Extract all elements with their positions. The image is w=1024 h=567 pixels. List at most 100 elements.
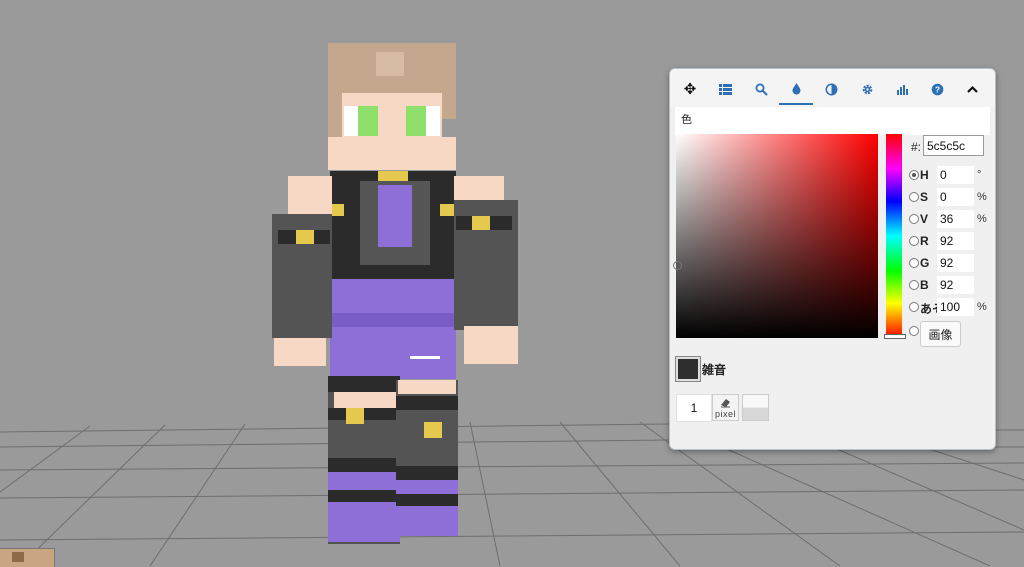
- hue-slider[interactable]: [886, 134, 902, 338]
- channel-radio[interactable]: [909, 258, 919, 268]
- image-button[interactable]: 画像: [920, 321, 961, 347]
- character-hair-side-left: [328, 93, 342, 137]
- character-boot-right-top: [396, 466, 458, 480]
- channel-radio[interactable]: [909, 280, 919, 290]
- character-knee-left: [334, 392, 396, 408]
- character-arm-right-stud: [472, 216, 490, 230]
- tab-help[interactable]: ?: [920, 73, 954, 105]
- character-hair-highlight: [376, 52, 404, 76]
- character-shorts-shade: [330, 313, 456, 327]
- channel-radio[interactable]: [909, 170, 919, 180]
- character-face-lower: [328, 137, 456, 170]
- character-shorts: [330, 279, 456, 379]
- channel-label: H: [920, 168, 929, 182]
- thumbnail-figure: [12, 552, 24, 562]
- channel-input[interactable]: [937, 232, 974, 250]
- channel-input[interactable]: [937, 276, 974, 294]
- character-eye-right: [426, 106, 440, 136]
- channel-label: B: [920, 278, 929, 292]
- character-eye-left: [344, 106, 358, 136]
- tab-move[interactable]: ✥: [673, 73, 707, 105]
- noise-label: 雑音: [702, 363, 727, 377]
- channel-unit: °: [977, 169, 982, 181]
- character-belt-left: [330, 204, 344, 216]
- channel-row-r[interactable]: R: [909, 232, 989, 252]
- channel-unit: %: [977, 213, 987, 225]
- hue-slider-handle[interactable]: [884, 334, 906, 339]
- channel-unit: %: [977, 191, 987, 203]
- hex-label: #:: [911, 140, 922, 154]
- search-icon: [755, 83, 768, 96]
- channel-radio[interactable]: [909, 192, 919, 202]
- character-shirt: [378, 185, 412, 247]
- channel-input[interactable]: [937, 298, 974, 316]
- tab-contrast[interactable]: [814, 73, 848, 105]
- channel-unit: %: [977, 301, 987, 313]
- character-belt-right: [440, 204, 454, 216]
- eraser-icon: [721, 399, 730, 408]
- tab-layers[interactable]: [708, 73, 742, 105]
- list-icon: [718, 83, 732, 95]
- channel-input[interactable]: [937, 210, 974, 228]
- tab-search[interactable]: [744, 73, 778, 105]
- channel-radio[interactable]: [909, 236, 919, 246]
- hex-input[interactable]: [923, 135, 984, 156]
- tab-collapse[interactable]: [955, 73, 989, 105]
- help-icon: ?: [931, 83, 943, 95]
- channel-radio[interactable]: [909, 326, 919, 336]
- character-eye-left-iris: [358, 106, 378, 136]
- tab-settings[interactable]: [850, 73, 884, 105]
- character-boot-right-stripe: [396, 494, 458, 506]
- channel-row-h[interactable]: H °: [909, 166, 989, 186]
- channel-input[interactable]: [937, 166, 974, 184]
- character-hair-side-right: [442, 93, 456, 119]
- character-shorts-line: [410, 356, 440, 359]
- bars-icon: [896, 84, 908, 95]
- noise-color-swatch[interactable]: [675, 356, 701, 382]
- channel-row-s[interactable]: S %: [909, 188, 989, 208]
- sv-picker-cursor[interactable]: [673, 261, 682, 270]
- brush-size-input[interactable]: [676, 394, 712, 422]
- character-shoulder-left: [288, 176, 332, 216]
- character-leg-left-stud: [346, 408, 364, 424]
- move-icon: ✥: [683, 81, 697, 98]
- color-section-title: 色: [681, 114, 692, 126]
- character-leg-left-band: [328, 408, 400, 420]
- skin-thumbnail[interactable]: [0, 548, 55, 567]
- character-boot-left-stripe: [328, 490, 400, 502]
- character-leg-right-band: [396, 396, 458, 410]
- droplet-icon: [792, 82, 800, 94]
- character-leg-right-stud: [424, 422, 442, 438]
- saturation-value-picker[interactable]: [676, 134, 878, 338]
- character-boot-right: [396, 480, 458, 536]
- tab-color[interactable]: [779, 73, 813, 105]
- channel-label: R: [920, 234, 929, 248]
- channel-label: S: [920, 190, 929, 204]
- contrast-icon: [825, 83, 837, 95]
- character-knee-right: [398, 380, 456, 394]
- collapse-icon: [966, 85, 978, 93]
- channel-label: V: [920, 212, 929, 226]
- channel-radio[interactable]: [909, 214, 919, 224]
- channel-row-v[interactable]: V %: [909, 210, 989, 230]
- secondary-color-swatch[interactable]: [742, 394, 769, 421]
- character-hand-left: [274, 338, 326, 366]
- character-collar: [378, 171, 408, 181]
- panel-toolbar: ✥ ?: [670, 69, 995, 107]
- channel-label: G: [920, 256, 930, 270]
- character-hand-right: [464, 326, 518, 364]
- pixel-tool-label: pixel: [714, 409, 736, 419]
- pixel-eraser-tool[interactable]: pixel: [712, 394, 739, 421]
- character-arm-left-stud: [296, 230, 314, 244]
- channel-row-b[interactable]: B: [909, 276, 989, 296]
- channel-row-alpha[interactable]: あそ %: [909, 298, 989, 318]
- character-leg-left-top: [328, 376, 400, 392]
- channel-input[interactable]: [937, 188, 974, 206]
- channel-radio[interactable]: [909, 302, 919, 312]
- character-boot-left-top: [328, 458, 400, 472]
- tab-stats[interactable]: [885, 73, 919, 105]
- channel-row-g[interactable]: G: [909, 254, 989, 274]
- character-eye-right-iris: [406, 106, 426, 136]
- channel-input[interactable]: [937, 254, 974, 272]
- gear-icon: [862, 84, 872, 94]
